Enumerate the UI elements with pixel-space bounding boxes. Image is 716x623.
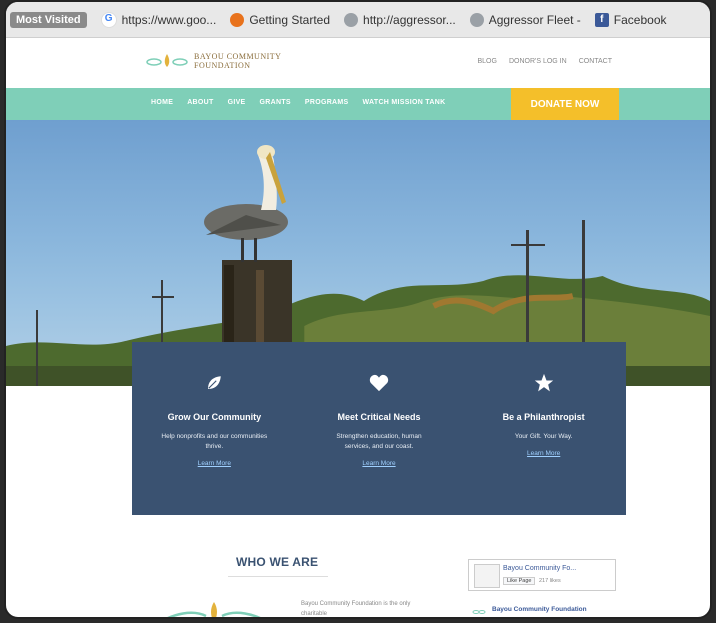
most-visited-badge: Most Visited [10, 11, 87, 28]
learn-more-link[interactable]: Learn More [132, 460, 297, 467]
nav-items: HOME ABOUT GIVE GRANTS PROGRAMS WATCH MI… [151, 99, 445, 106]
facebook-post-author[interactable]: Bayou Community Foundation [492, 606, 587, 613]
feature-critical-needs: Meet Critical Needs Strengthen education… [297, 342, 462, 515]
donate-now-button[interactable]: DONATE NOW [511, 88, 619, 120]
features-panel: Grow Our Community Help nonprofits and o… [132, 342, 626, 515]
bookmark-label: Aggressor Fleet - [488, 12, 581, 27]
main-nav: HOME ABOUT GIVE GRANTS PROGRAMS WATCH MI… [6, 88, 710, 120]
bookmark-aggressor-link[interactable]: http://aggressor... [344, 12, 456, 27]
google-icon: G [100, 11, 117, 28]
nav-about[interactable]: ABOUT [187, 99, 213, 106]
firefox-icon [230, 12, 245, 27]
feature-description: Strengthen education, human services, an… [336, 433, 422, 450]
leaf-icon [208, 376, 222, 389]
top-link-blog[interactable]: BLOG [478, 58, 497, 65]
bookmark-label: Getting Started [249, 12, 331, 27]
feature-philanthropist: Be a Philanthropist Your Gift. Your Way.… [461, 342, 626, 515]
divider [228, 576, 328, 577]
bookmarks-toolbar: Most Visited G https://www.goo... Gettin… [6, 2, 710, 38]
site-logo[interactable]: BAYOU COMMUNITY FOUNDATION [146, 52, 281, 70]
logo-swirl-icon [146, 54, 188, 67]
logo-text: BAYOU COMMUNITY FOUNDATION [194, 52, 282, 70]
feature-title: Meet Critical Needs [337, 412, 421, 422]
nav-home[interactable]: HOME [151, 99, 173, 106]
feature-description: Help nonprofits and our communities thri… [161, 433, 268, 450]
bookmark-label: https://www.goo... [121, 12, 217, 27]
facebook-page-name[interactable]: Bayou Community Fo... [503, 565, 576, 572]
top-link-contact[interactable]: CONTACT [579, 58, 612, 65]
bookmark-facebook[interactable]: f Facebook [594, 12, 667, 27]
feature-title: Be a Philanthropist [502, 412, 585, 422]
bookmark-google[interactable]: G https://www.goo... [100, 11, 217, 28]
facebook-like-button[interactable]: Like Page [503, 577, 536, 585]
bookmark-aggressor-fleet[interactable]: Aggressor Fleet - [469, 12, 581, 27]
feature-description: Your Gift. Your Way. [514, 433, 573, 440]
globe-icon [344, 12, 359, 27]
nav-watch-mission-tank[interactable]: WATCH MISSION TANK [363, 99, 446, 106]
globe-icon [469, 12, 484, 27]
bookmark-most-visited[interactable]: Most Visited [10, 11, 87, 28]
nav-give[interactable]: GIVE [228, 99, 246, 106]
feature-grow-community: Grow Our Community Help nonprofits and o… [132, 342, 297, 515]
foundation-logo-icon [167, 602, 261, 617]
nav-grants[interactable]: GRANTS [260, 99, 291, 106]
browser-window: Most Visited G https://www.goo... Gettin… [4, 0, 712, 619]
feature-title: Grow Our Community [167, 412, 262, 422]
foundation-mini-logo-icon [472, 610, 486, 614]
bookmark-getting-started[interactable]: Getting Started [230, 12, 331, 27]
facebook-icon: f [594, 12, 609, 27]
bookmark-label: http://aggressor... [363, 12, 456, 27]
learn-more-link[interactable]: Learn More [297, 460, 462, 467]
utility-pole [152, 296, 174, 298]
facebook-page-widget[interactable]: Bayou Community Fo... Like Page 217 like… [468, 559, 616, 591]
star-icon [534, 373, 553, 392]
bookmark-label: Facebook [613, 12, 667, 27]
facebook-page-thumbnail [474, 564, 500, 588]
utility-pole [511, 244, 545, 246]
facebook-like-count: 217 likes [539, 578, 561, 584]
top-link-donor-login[interactable]: DONOR'S LOG IN [509, 58, 567, 65]
who-we-are-text: Bayou Community Foundation is the only c… [301, 601, 411, 617]
site-header: BAYOU COMMUNITY FOUNDATION BLOG DONOR'S … [6, 38, 710, 88]
top-links: BLOG DONOR'S LOG IN CONTACT [478, 58, 613, 65]
who-we-are-heading: WHO WE ARE [236, 555, 319, 569]
utility-pole [36, 310, 38, 386]
heart-icon [369, 374, 389, 392]
learn-more-link[interactable]: Learn More [461, 450, 626, 457]
nav-programs[interactable]: PROGRAMS [305, 99, 349, 106]
